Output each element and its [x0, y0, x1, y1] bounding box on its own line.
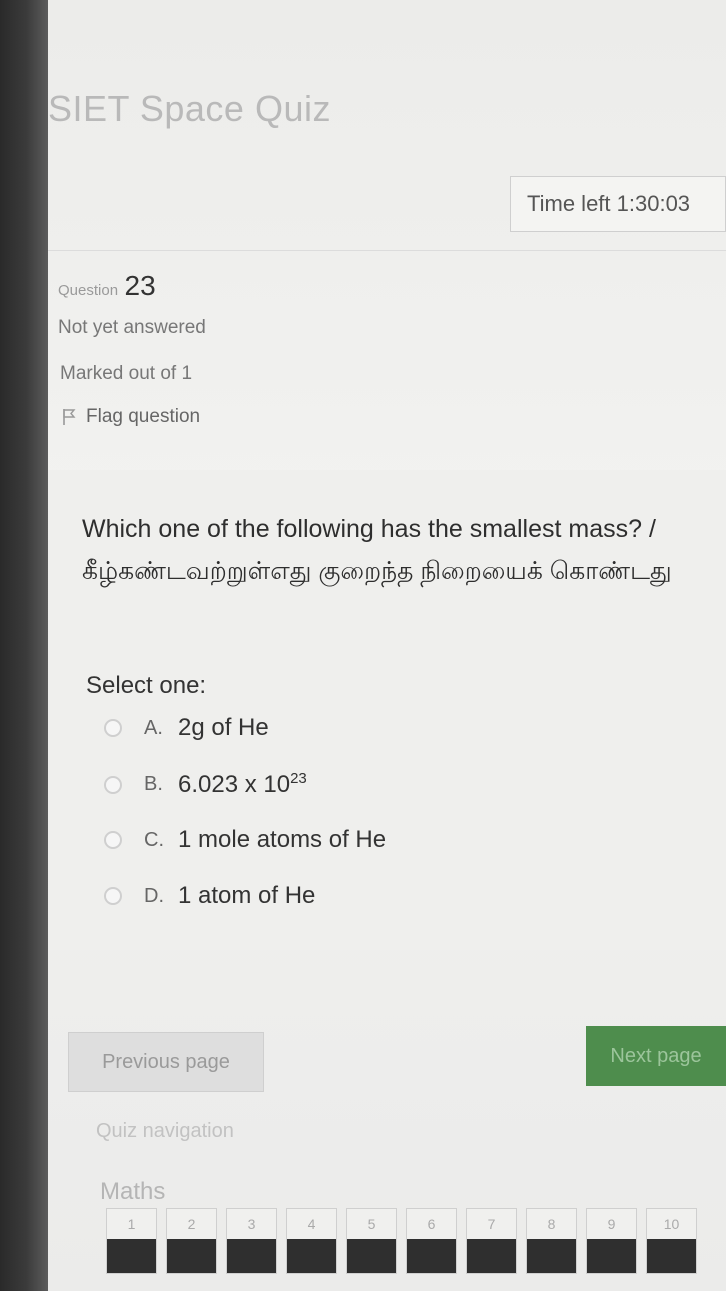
- flag-icon: [63, 409, 76, 425]
- option-d-letter: D.: [144, 884, 164, 907]
- nav-question-status-bar: [647, 1239, 696, 1273]
- nav-question-5[interactable]: 5: [346, 1208, 397, 1274]
- nav-question-number: 7: [487, 1216, 496, 1232]
- question-label: Question: [58, 282, 119, 299]
- question-info: Question 23: [58, 270, 156, 302]
- option-a-radio[interactable]: [104, 719, 122, 737]
- question-text-tamil: கீழ்கண்டவற்றுள்எது குறைந்த நிறையைக் கொண்…: [82, 557, 672, 585]
- nav-question-8[interactable]: 8: [526, 1208, 577, 1274]
- nav-question-status-bar: [227, 1239, 276, 1273]
- nav-question-2[interactable]: 2: [166, 1208, 217, 1274]
- option-c[interactable]: C. 1 mole atoms of He: [104, 826, 386, 854]
- question-marks: Marked out of 1: [60, 363, 193, 384]
- nav-question-status-bar: [347, 1239, 396, 1273]
- flag-question-link[interactable]: Flag question: [62, 406, 200, 428]
- option-b[interactable]: B. 6.023 x 1023: [104, 770, 307, 799]
- previous-page-button[interactable]: Previous page: [68, 1032, 264, 1092]
- nav-question-6[interactable]: 6: [406, 1208, 457, 1274]
- navigation-section-name: Maths: [100, 1178, 166, 1205]
- question-status: Not yet answered: [58, 317, 206, 338]
- nav-question-number: 4: [307, 1216, 316, 1232]
- nav-question-7[interactable]: 7: [466, 1208, 517, 1274]
- option-b-radio[interactable]: [104, 775, 122, 794]
- device-bezel: [0, 0, 48, 1291]
- nav-question-status-bar: [407, 1239, 456, 1273]
- nav-question-4[interactable]: 4: [286, 1208, 337, 1274]
- question-text-english: Which one of the following has the small…: [82, 515, 656, 543]
- nav-question-number: 1: [127, 1216, 136, 1232]
- option-c-text: 1 mole atoms of He: [178, 826, 387, 853]
- option-b-exponent: 23: [290, 770, 307, 787]
- quiz-navigation-grid: 1 2 3 4 5 6 7 8 9 10: [106, 1208, 697, 1274]
- nav-question-9[interactable]: 9: [586, 1208, 637, 1274]
- question-number: 23: [124, 270, 156, 301]
- flag-question-label: Flag question: [86, 406, 201, 427]
- quiz-navigation-title: Quiz navigation: [96, 1120, 234, 1142]
- option-a-letter: A.: [144, 716, 163, 739]
- nav-question-status-bar: [287, 1239, 336, 1273]
- nav-question-number: 6: [427, 1216, 436, 1232]
- nav-question-1[interactable]: 1: [106, 1208, 157, 1274]
- option-b-letter: B.: [144, 773, 163, 795]
- quiz-page: SIET Space Quiz Time left 1:30:03 Questi…: [48, 0, 726, 1291]
- nav-question-status-bar: [467, 1239, 516, 1273]
- nav-question-status-bar: [527, 1239, 576, 1273]
- option-d[interactable]: D. 1 atom of He: [104, 882, 315, 910]
- option-b-base: 6.023 x 10: [178, 771, 291, 798]
- option-d-radio[interactable]: [104, 887, 122, 905]
- nav-question-3[interactable]: 3: [226, 1208, 277, 1274]
- nav-question-status-bar: [167, 1239, 216, 1273]
- option-b-text: 6.023 x 1023: [178, 770, 307, 799]
- option-a[interactable]: A. 2g of He: [104, 714, 269, 742]
- option-c-radio[interactable]: [104, 831, 122, 849]
- nav-question-number: 9: [607, 1216, 616, 1232]
- nav-question-number: 10: [663, 1216, 680, 1232]
- divider: [48, 250, 726, 251]
- timer: Time left 1:30:03: [510, 176, 726, 232]
- question-text: Which one of the following has the small…: [82, 508, 702, 592]
- nav-question-status-bar: [587, 1239, 636, 1273]
- nav-question-number: 5: [367, 1216, 376, 1232]
- quiz-title: SIET Space Quiz: [48, 88, 331, 129]
- nav-question-10[interactable]: 10: [646, 1208, 697, 1274]
- nav-question-status-bar: [107, 1239, 156, 1273]
- option-a-text: 2g of He: [178, 714, 269, 741]
- option-c-letter: C.: [144, 828, 164, 851]
- nav-question-number: 2: [187, 1216, 196, 1232]
- next-page-button[interactable]: Next page: [586, 1026, 726, 1086]
- option-d-text: 1 atom of He: [178, 882, 316, 909]
- select-one-label: Select one:: [86, 672, 207, 699]
- nav-question-number: 3: [247, 1216, 256, 1232]
- nav-question-number: 8: [547, 1216, 556, 1232]
